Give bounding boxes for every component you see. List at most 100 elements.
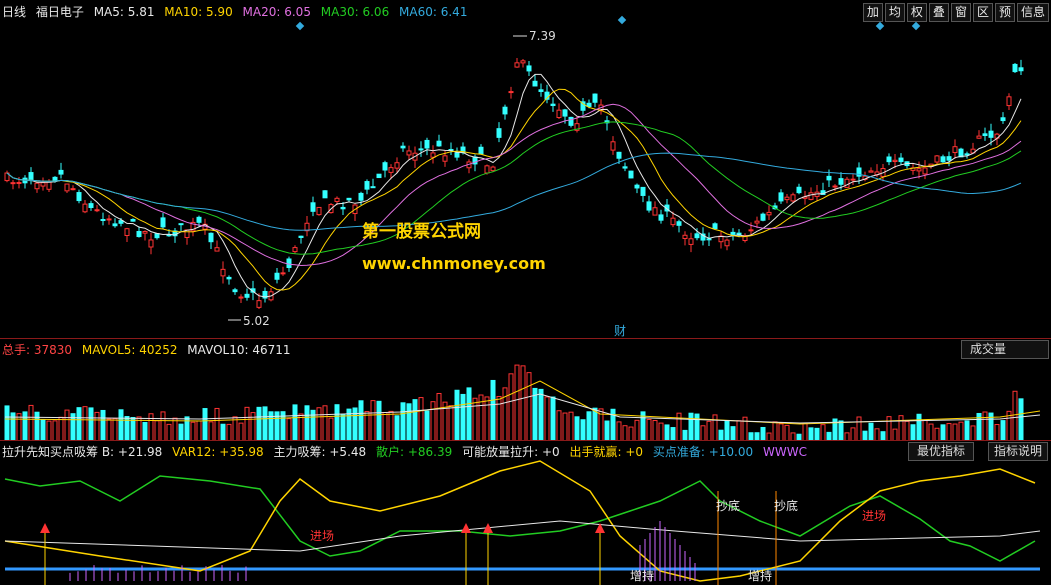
ma-line-60: [6, 152, 1022, 231]
candle-body: [586, 102, 592, 107]
candle-body: [658, 214, 664, 221]
candle-body: [82, 203, 88, 213]
candle-body: [1018, 67, 1024, 72]
volume-bar: [712, 414, 718, 441]
toolbar-forecast-button[interactable]: 预: [994, 3, 1015, 22]
candle-body: [898, 157, 904, 163]
volume-bar: [88, 407, 94, 441]
volume-bar: [112, 418, 118, 441]
toolbar-overlay-button[interactable]: 叠: [928, 3, 949, 22]
volume-bar: [424, 410, 430, 441]
candle-body: [712, 223, 718, 230]
candle-body: [748, 229, 754, 232]
volume-bar: [358, 400, 364, 441]
volume-bar: [526, 372, 532, 441]
candle-body: [166, 234, 172, 237]
volume-bar: [154, 420, 160, 441]
volume-bar: [670, 427, 676, 441]
volume-bar: [544, 396, 550, 441]
ma5-label: MA5: 5.81: [93, 5, 155, 19]
volume-panel[interactable]: 总手: 37830 MAVOL5: 40252 MAVOL10: 46711 成…: [0, 338, 1051, 441]
indicator-panel[interactable]: 拉升先知买点吸筹 B: +21.98 VAR12: +35.98 主力吸筹: +…: [0, 440, 1051, 585]
volume-bar: [568, 411, 574, 441]
candle-body: [70, 188, 76, 191]
candle-body: [286, 258, 292, 269]
volume-indicator-dropdown[interactable]: 成交量: [961, 340, 1049, 359]
candle-body: [916, 168, 922, 172]
volume-bar: [430, 401, 436, 441]
volume-bar: [634, 419, 640, 441]
volume-bar: [160, 411, 166, 441]
candle-body: [562, 109, 568, 117]
toolbar-rights-button[interactable]: 权: [906, 3, 927, 22]
var12-label: VAR12: +35.98: [172, 445, 264, 459]
indicator-help-button[interactable]: 指标说明: [988, 442, 1049, 461]
candle-body: [550, 103, 556, 107]
volume-bar: [700, 425, 706, 441]
volume-bar: [520, 365, 526, 441]
candle-body: [1012, 63, 1018, 73]
volume-bar: [688, 412, 694, 441]
best-indicator-button[interactable]: 最优指标: [908, 442, 975, 461]
candle-body: [16, 181, 22, 184]
volume-bar: [652, 420, 658, 441]
volume-bar: [352, 407, 358, 441]
volume-bar: [130, 416, 136, 441]
volume-bar: [676, 412, 682, 441]
candle-body: [940, 156, 946, 163]
financial-marker[interactable]: 财: [614, 322, 626, 339]
candle-body: [370, 186, 376, 189]
volume-bar: [28, 404, 34, 441]
toolbar-window-button[interactable]: 窗: [950, 3, 971, 22]
volume-bar: [838, 420, 844, 441]
candle-body: [112, 223, 118, 227]
volume-bar: [550, 396, 556, 441]
kline-panel[interactable]: 日线 福日电子 MA5: 5.81 MA10: 5.90 MA20: 6.05 …: [0, 0, 1051, 338]
candle-body: [724, 239, 730, 247]
candle-body: [694, 233, 700, 239]
candle-body: [646, 201, 652, 211]
candle-body: [790, 194, 796, 202]
toolbar-range-button[interactable]: 区: [972, 3, 993, 22]
up-arrow-icon: [40, 523, 50, 533]
volume-bar: [1012, 390, 1018, 441]
candle-body: [100, 219, 106, 222]
enter-annotation-2: 进场: [862, 509, 887, 523]
kline-toolbar: 加 均 权 叠 窗 区 预 信息: [862, 3, 1049, 22]
volume-bar: [538, 388, 544, 441]
candle-body: [220, 268, 226, 277]
indicator-chart[interactable]: [0, 441, 1051, 585]
candle-body: [88, 203, 94, 209]
toolbar-average-button[interactable]: 均: [884, 3, 905, 22]
add-annotation-1: 增持: [630, 569, 655, 583]
volume-bar: [490, 379, 496, 441]
volume-bar: [142, 421, 148, 441]
volume-bar: [106, 418, 112, 441]
candle-body: [34, 182, 40, 190]
kline-chart[interactable]: [0, 0, 1051, 338]
volume-bar: [82, 406, 88, 441]
volume-bar: [322, 405, 328, 441]
candle-body: [754, 220, 760, 224]
volume-bar: [328, 417, 334, 441]
candle-body: [436, 140, 442, 147]
candle-body: [400, 145, 406, 149]
mavol5-label: MAVOL5: 40252: [81, 343, 178, 357]
volume-bar: [460, 393, 466, 441]
volume-bar: [658, 422, 664, 441]
candle-body: [382, 162, 388, 171]
candle-body: [292, 247, 298, 253]
candle-body: [442, 155, 448, 162]
volume-bar: [292, 404, 298, 441]
volume-bar: [238, 422, 244, 441]
toolbar-info-button[interactable]: 信息: [1016, 3, 1049, 22]
volume-bar: [580, 419, 586, 441]
volume-bar: [928, 423, 934, 441]
toolbar-add-button[interactable]: 加: [862, 3, 883, 22]
candle-body: [508, 91, 514, 94]
indicator-legend: 拉升先知买点吸筹 B: +21.98 VAR12: +35.98 主力吸筹: +…: [2, 444, 813, 460]
candle-body: [232, 289, 238, 293]
volume-bar: [556, 410, 562, 441]
volume-bar: [178, 423, 184, 441]
volume-bar: [730, 426, 736, 441]
